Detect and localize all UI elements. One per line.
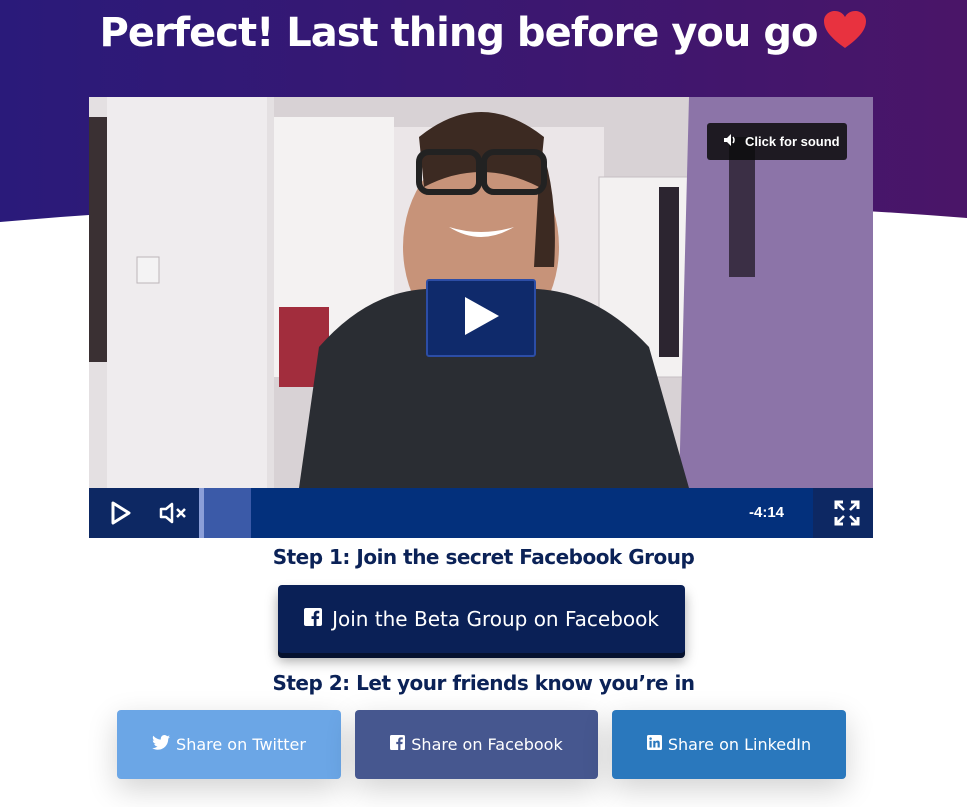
fullscreen-icon[interactable] xyxy=(834,500,860,526)
video-player[interactable]: Click for sound -4:14 xyxy=(89,97,873,538)
join-button-label: Join the Beta Group on Facebook xyxy=(332,607,659,631)
heart-icon xyxy=(823,10,867,60)
page-title: Perfect! Last thing before you go xyxy=(0,10,967,60)
step1-title: Step 1: Join the secret Facebook Group xyxy=(272,545,695,569)
share-linkedin-label: Share on LinkedIn xyxy=(667,735,812,754)
play-icon xyxy=(461,295,501,341)
progress-bar[interactable] xyxy=(199,488,813,538)
time-remaining: -4:14 xyxy=(749,504,785,521)
big-play-button[interactable] xyxy=(426,279,536,357)
facebook-icon xyxy=(390,735,406,754)
progress-loaded xyxy=(199,488,251,538)
progress-handle[interactable] xyxy=(199,488,204,538)
click-for-sound-button[interactable]: Click for sound xyxy=(707,123,847,160)
share-twitter-button[interactable]: Share on Twitter xyxy=(117,710,341,779)
linkedin-icon xyxy=(646,735,662,754)
play-control-icon[interactable] xyxy=(105,500,135,526)
share-facebook-button[interactable]: Share on Facebook xyxy=(355,710,598,779)
page-title-text: Perfect! Last thing before you go xyxy=(99,10,819,56)
share-twitter-label: Share on Twitter xyxy=(176,735,306,754)
facebook-icon xyxy=(304,607,323,631)
click-for-sound-label: Click for sound xyxy=(745,134,840,149)
twitter-icon xyxy=(152,735,171,754)
join-facebook-group-button[interactable]: Join the Beta Group on Facebook xyxy=(278,585,685,653)
share-linkedin-button[interactable]: Share on LinkedIn xyxy=(612,710,846,779)
share-facebook-label: Share on Facebook xyxy=(411,735,563,754)
video-control-bar: -4:14 xyxy=(89,488,873,538)
step2-title: Step 2: Let your friends know you’re in xyxy=(272,671,695,695)
mute-icon[interactable] xyxy=(159,500,189,526)
share-buttons: Share on Twitter Share on Facebook Share… xyxy=(117,710,846,779)
speaker-icon xyxy=(723,133,737,150)
